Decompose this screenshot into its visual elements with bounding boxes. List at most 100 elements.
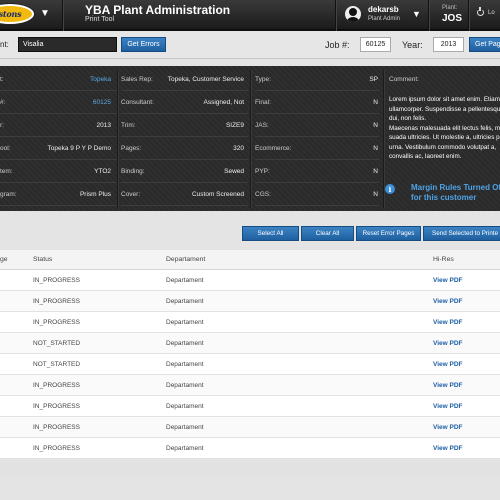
plant-code[interactable]: JOS [442,13,462,24]
detail-value: N [373,191,378,198]
detail-label: CGS: [255,191,271,198]
table-row[interactable]: NOT_STARTED Departament View PDF [0,354,500,375]
table-row[interactable]: IN_PROGRESS Departament View PDF [0,417,500,438]
view-pdf-link[interactable]: View PDF [433,340,463,347]
detail-label: Sales Rep: [121,76,153,83]
clear-all-button[interactable]: Clear All [301,226,354,241]
detail-link[interactable]: 60125 [93,99,111,106]
status-cell: IN_PROGRESS [33,319,80,326]
table-row[interactable]: IN_PROGRESS Departament View PDF [0,438,500,459]
user-name[interactable]: dekarsb [368,5,399,14]
comment-text: Lorem ipsum dolor sit amet enim. Etiam ul… [389,96,500,163]
detail-row: JAS: N [255,116,379,137]
detail-value: Topeka 9 P Y P Demo [47,145,111,152]
status-cell: IN_PROGRESS [33,424,80,431]
reset-error-pages-button[interactable]: Reset Error Pages [356,226,421,241]
detail-value: Topeka, Customer Service [167,76,244,83]
logout-link[interactable]: Lo [488,10,495,16]
view-pdf-link[interactable]: View PDF [433,319,463,326]
detail-row: ool: Topeka 9 P Y P Demo [0,139,117,160]
view-pdf-link[interactable]: View PDF [433,382,463,389]
table-row[interactable]: IN_PROGRESS Departament View PDF [0,270,500,291]
department-cell: Departament [166,319,204,326]
job-number-label: Job #: [325,40,350,50]
account-label: nt: [0,40,9,49]
send-selected-to-printer-button[interactable]: Send Selected to Printe [423,226,500,241]
detail-label: Type: [255,76,271,83]
detail-label: Binding: [121,168,145,175]
detail-value: N [373,122,378,129]
header-page[interactable]: ge [0,256,8,263]
select-all-button[interactable]: Select All [242,226,299,241]
detail-value: N [373,145,378,152]
job-number-input[interactable]: 60125 [360,37,391,52]
view-pdf-link[interactable]: View PDF [433,403,463,410]
detail-row: Binding: Sewed [121,162,248,183]
status-cell: IN_PROGRESS [33,445,80,452]
comment-line: convallis ac, laoreet enim. [389,153,462,160]
table-header: ge Status Departament Hi-Res [0,250,500,270]
table-row[interactable]: IN_PROGRESS Departament View PDF [0,312,500,333]
status-cell: NOT_STARTED [33,361,81,368]
comment-line: Lorem ipsum dolor sit amet enim. Etiam [389,96,500,103]
comment-line: suada ultricies. Ut molestie a, ultricie… [389,134,500,141]
app-title: YBA Plant Administration [85,3,231,17]
detail-label: PYP: [255,168,270,175]
detail-value: Custom Screened [191,191,244,198]
department-cell: Departament [166,382,204,389]
brand-logo[interactable]: stons [0,4,34,24]
plant-label: Plant: [442,5,458,11]
view-pdf-link[interactable]: View PDF [433,361,463,368]
detail-label: JAS: [255,122,269,129]
header-divider [468,0,469,31]
header-hires[interactable]: Hi-Res [433,256,454,263]
detail-row: Pages: 320 [121,139,248,160]
table-row[interactable]: IN_PROGRESS Departament View PDF [0,375,500,396]
table-row[interactable]: IN_PROGRESS Departament View PDF [0,396,500,417]
status-cell: IN_PROGRESS [33,298,80,305]
table-row[interactable]: NOT_STARTED Departament View PDF [0,333,500,354]
detail-row: Type: SP [255,70,379,91]
table-row[interactable]: IN_PROGRESS Departament View PDF [0,291,500,312]
header-department[interactable]: Departament [166,256,205,263]
detail-label: tem: [0,168,13,175]
column-divider [117,70,118,208]
detail-row: Final: N [255,93,379,114]
detail-link[interactable]: Topeka [90,76,111,83]
department-cell: Departament [166,403,204,410]
comment-line: dui, non felis. [389,115,427,122]
detail-label: Final: [255,99,271,106]
view-pdf-link[interactable]: View PDF [433,445,463,452]
view-pdf-link[interactable]: View PDF [433,424,463,431]
header-status[interactable]: Status [33,256,52,263]
app-header: stons ▼ YBA Plant Administration Print T… [0,0,500,31]
detail-label: gram: [0,191,17,198]
margin-rules-line-1: Margin Rules Turned Of [411,183,500,192]
get-errors-button[interactable]: Get Errors [121,37,166,52]
power-icon[interactable] [477,7,484,16]
user-avatar-icon[interactable] [345,6,361,22]
detail-label: Cover: [121,191,141,198]
detail-row: Consultant: Assigned, Not [121,93,248,114]
view-pdf-link[interactable]: View PDF [433,277,463,284]
filter-bar: nt: Visalia Get Errors Job #: 60125 Year… [0,31,500,59]
get-pages-button[interactable]: Get Page [469,37,500,52]
detail-value: 320 [233,145,244,152]
detail-value: SP [369,76,378,83]
detail-value: Assigned, Not [203,99,244,106]
detail-value: 2013 [96,122,111,129]
comment-line: urna. Vestibulum commodo volutpat a, [389,143,497,151]
view-pdf-link[interactable]: View PDF [433,298,463,305]
department-cell: Departament [166,277,204,284]
user-menu-caret-icon[interactable]: ▼ [412,9,421,19]
account-select[interactable]: Visalia [18,37,117,52]
year-input[interactable]: 2013 [433,37,464,52]
detail-value: N [373,99,378,106]
year-label: Year: [402,40,423,50]
detail-row: CGS: N [255,185,379,206]
detail-value: YTO2 [94,168,111,175]
department-cell: Departament [166,340,204,347]
header-divider [428,0,429,31]
detail-label: r: [0,122,4,129]
app-menu-caret-icon[interactable]: ▼ [40,8,50,19]
